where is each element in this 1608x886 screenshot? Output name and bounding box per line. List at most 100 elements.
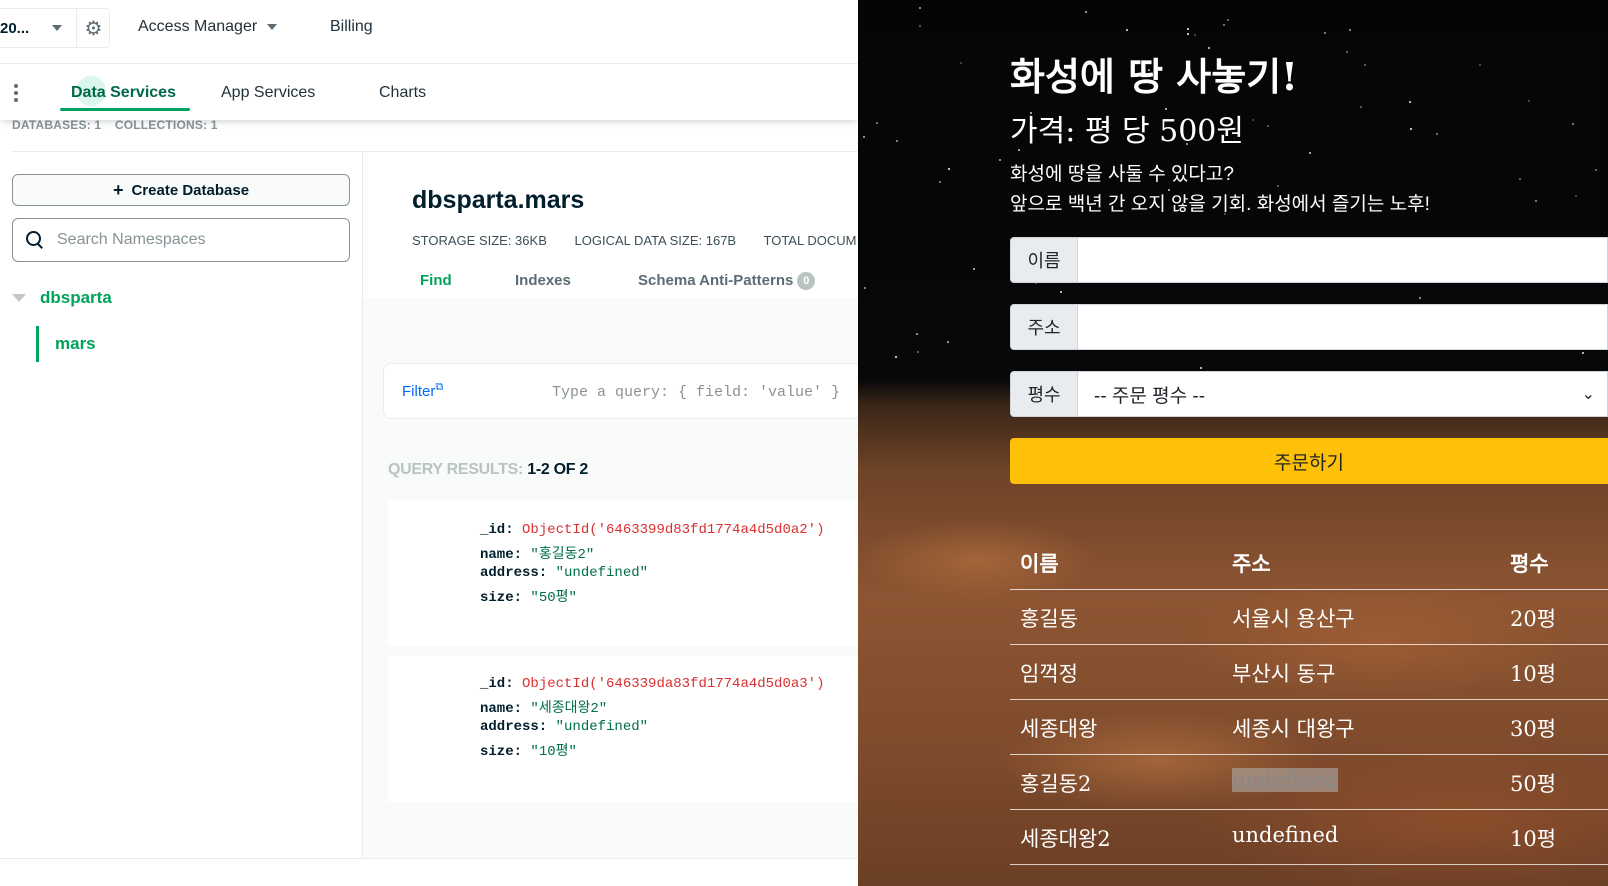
star — [917, 351, 919, 353]
tab-schema-anti-patterns[interactable]: Schema Anti-Patterns 0 — [638, 272, 816, 291]
address-input-group: 주소 — [1010, 304, 1608, 350]
star — [947, 341, 949, 343]
query-results-count: 1-2 OF 2 — [527, 461, 588, 478]
create-database-button[interactable]: + Create Database — [12, 174, 350, 206]
filter-label: Filter — [402, 383, 436, 400]
address-input[interactable] — [1078, 304, 1608, 350]
organization-selector[interactable]: 20... ⚙ — [0, 8, 110, 48]
chevron-down-icon — [267, 24, 278, 30]
star — [876, 122, 878, 124]
field-value: "홍길동2" — [530, 547, 595, 563]
star — [1360, 106, 1362, 108]
table-cell: 서울시 용산구 — [1232, 607, 1355, 631]
field-key: size: — [480, 744, 523, 760]
tab-find[interactable]: Find — [420, 272, 452, 289]
table-row: 홍길동 서울시 용산구 20평 — [1010, 590, 1608, 645]
atlas-window: 20... ⚙ Access Manager Billing Data Serv… — [0, 0, 858, 886]
search-namespaces-input[interactable] — [57, 231, 337, 249]
star — [1595, 169, 1597, 171]
logical-data-size: LOGICAL DATA SIZE: 167B — [574, 233, 737, 248]
tree-item-mars[interactable]: mars — [55, 334, 96, 354]
star — [939, 181, 941, 183]
access-manager-label: Access Manager — [138, 18, 258, 35]
table-cell: undefined — [1232, 823, 1339, 847]
star — [1575, 195, 1577, 197]
star — [948, 168, 950, 170]
doc-field-size: size: "50평" — [480, 586, 577, 606]
field-value: "undefined" — [555, 565, 649, 581]
document-card[interactable]: _id: ObjectId('646339da83fd1774a4d5d0a3'… — [388, 656, 858, 802]
star — [999, 159, 1001, 161]
doc-field-id: _id: ObjectId('6463399d83fd1774a4d5d0a2'… — [480, 522, 824, 538]
order-button[interactable]: 주문하기 — [1010, 438, 1608, 484]
column-header: 평수 — [1510, 551, 1549, 576]
document-card[interactable]: _id: ObjectId('6463399d83fd1774a4d5d0a2'… — [388, 500, 858, 646]
billing-link[interactable]: Billing — [330, 18, 373, 36]
star — [1267, 125, 1269, 127]
filter-link[interactable]: Filter⧉ — [402, 381, 443, 400]
column-header: 주소 — [1232, 551, 1271, 576]
organization-name: 20... — [0, 19, 30, 37]
caret-down-icon[interactable] — [12, 294, 26, 302]
table-cell: 10평 — [1510, 827, 1557, 851]
field-key: address: — [480, 565, 548, 581]
footer-bar — [0, 858, 858, 886]
table-row: 홍길동2 undefined 50평 — [1010, 755, 1608, 810]
query-input[interactable]: Type a query: { field: 'value' } — [552, 384, 840, 401]
collection-title: dbsparta.mars — [412, 186, 585, 214]
doc-field-name: name: "세종대왕2" — [480, 697, 607, 717]
table-row: 임꺽정 부산시 동구 10평 — [1010, 645, 1608, 700]
query-results-summary: QUERY RESULTS: 1-2 OF 2 — [388, 461, 588, 479]
gear-icon[interactable]: ⚙ — [76, 9, 110, 47]
star — [1535, 200, 1537, 202]
star — [895, 356, 897, 358]
plus-icon: + — [112, 179, 124, 200]
star — [864, 287, 866, 289]
table-header: 이름 주소 평수 — [1010, 538, 1608, 590]
access-manager-menu[interactable]: Access Manager — [138, 18, 278, 36]
name-label: 이름 — [1010, 237, 1078, 283]
total-documents: TOTAL DOCUM — [763, 233, 857, 248]
collections-count: COLLECTIONS: 1 — [114, 118, 218, 132]
size-select[interactable]: -- 주문 평수 -- ⌄ — [1078, 371, 1608, 417]
tab-app-services[interactable]: App Services — [221, 84, 315, 102]
active-tab-indicator — [60, 108, 190, 111]
active-collection-indicator — [36, 326, 39, 362]
price-text: 가격: 평 당 500원 — [1010, 114, 1244, 149]
name-input[interactable] — [1078, 237, 1608, 283]
table-cell-selected: undefined — [1232, 768, 1339, 792]
doc-field-size: size: "10평" — [480, 740, 577, 760]
tree-item-dbsparta[interactable]: dbsparta — [12, 288, 112, 308]
external-link-icon: ⧉ — [435, 381, 444, 393]
namespace-search[interactable] — [12, 218, 350, 262]
tab-indexes[interactable]: Indexes — [515, 272, 571, 289]
table-cell: 부산시 동구 — [1232, 662, 1336, 686]
star — [1346, 51, 1348, 53]
table-cell: 20평 — [1510, 607, 1557, 631]
star — [1409, 101, 1411, 103]
atlas-topbar: 20... ⚙ Access Manager Billing — [0, 0, 858, 64]
field-value: ObjectId('6463399d83fd1774a4d5d0a2') — [522, 522, 825, 538]
size-select-value: -- 주문 평수 -- — [1094, 385, 1206, 407]
tab-charts[interactable]: Charts — [379, 84, 426, 102]
description-line: 앞으로 백년 간 오지 않을 기회. 화성에서 즐기는 노후! — [1010, 194, 1430, 215]
mars-page: 화성에 땅 사놓기! 가격: 평 당 500원 화성에 땅을 사둘 수 있다고?… — [858, 0, 1608, 886]
star — [1528, 100, 1530, 102]
doc-field-name: name: "홍길동2" — [480, 543, 594, 563]
tab-data-services[interactable]: Data Services — [71, 84, 176, 102]
field-key: _id: — [480, 676, 514, 692]
star — [919, 25, 921, 27]
star — [1419, 297, 1421, 299]
more-options-icon[interactable] — [12, 82, 20, 105]
star — [1060, 291, 1062, 293]
description: 화성에 땅을 사둘 수 있다고? 앞으로 백년 간 오지 않을 기회. 화성에서… — [1010, 160, 1430, 220]
field-value: "세종대왕2" — [530, 701, 608, 717]
description-line: 화성에 땅을 사둘 수 있다고? — [1010, 164, 1234, 185]
billing-label: Billing — [330, 18, 373, 35]
star — [1252, 119, 1254, 121]
size-input-group: 평수 -- 주문 평수 -- ⌄ — [1010, 371, 1608, 417]
star — [1349, 29, 1351, 31]
star — [973, 268, 975, 270]
table-cell: 홍길동2 — [1020, 772, 1092, 796]
address-label: 주소 — [1010, 304, 1078, 350]
